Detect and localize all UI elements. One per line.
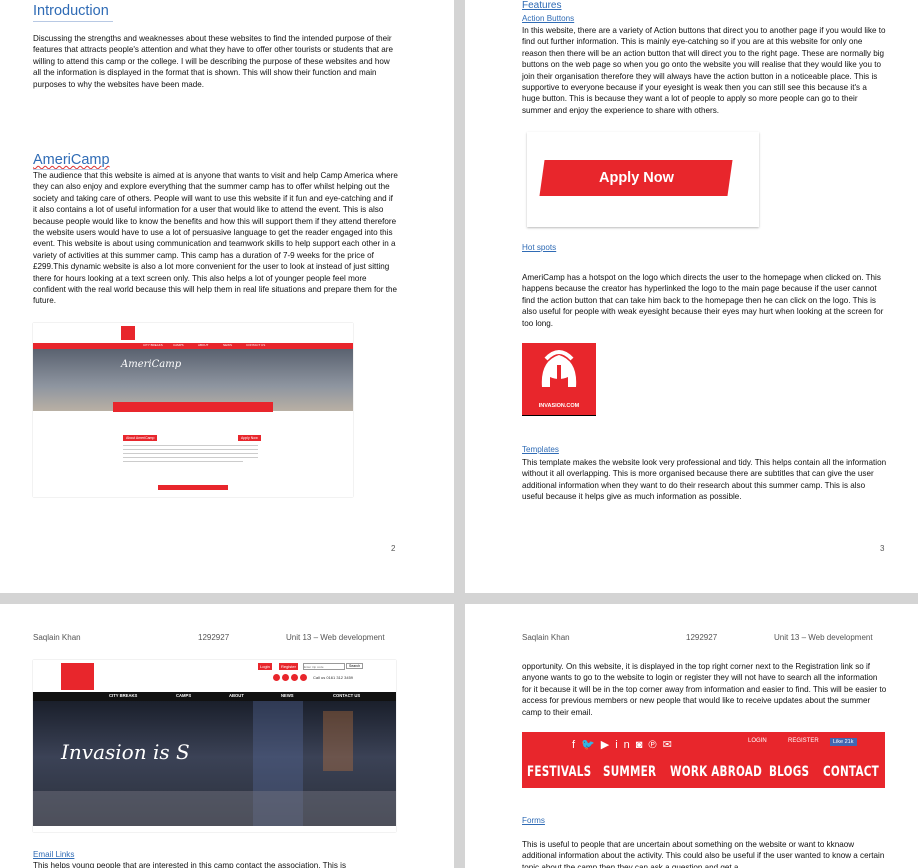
- subheading-hot-spots: Hot spots: [522, 243, 557, 252]
- nav-city-breaks[interactable]: CITY BREAKS: [109, 693, 137, 698]
- continued-paragraph: opportunity. On this website, it is disp…: [522, 662, 887, 717]
- social-icons: [273, 674, 309, 682]
- heading-introduction: Introduction: [33, 3, 109, 19]
- menu-summer[interactable]: SUMMER: [603, 764, 656, 780]
- hero-tagline: Invasion is S: [61, 740, 190, 764]
- nav-city-breaks: CITY BREAKS: [143, 343, 163, 347]
- subheading-templates: Templates: [522, 445, 559, 454]
- subheading-forms: Forms: [522, 816, 545, 825]
- menu-blogs[interactable]: BLOGS: [769, 764, 809, 780]
- nav-news: NEWS: [223, 343, 232, 347]
- invasion-website-screenshot: Login Register Search Call us 0161 312 3…: [33, 660, 396, 832]
- subheading-email-links: Email Links: [33, 850, 75, 859]
- hot-spots-paragraph: AmeriCamp has a hotspot on the logo whic…: [522, 273, 884, 328]
- trip-search-input[interactable]: [303, 663, 345, 670]
- heading-americamp: AmeriCamp: [33, 152, 110, 168]
- email-icon[interactable]: ✉: [663, 739, 678, 751]
- nav-news[interactable]: NEWS: [281, 693, 294, 698]
- apply-now-button[interactable]: Apply Now: [539, 160, 733, 196]
- intro-paragraph: Discussing the strengths and weaknesses …: [33, 34, 393, 89]
- action-buttons-paragraph: In this website, there are a variety of …: [522, 26, 886, 115]
- apply-now-screenshot: Apply Now: [527, 132, 759, 227]
- nav-contact-us: CONTACT US: [246, 343, 266, 347]
- nav-contact-us[interactable]: CONTACT US: [333, 693, 360, 698]
- header-unit: Unit 13 – Web development: [774, 633, 873, 642]
- apply-label: Apply Now: [238, 435, 261, 441]
- invasion-small-logo: [61, 663, 94, 690]
- heading-features: Features: [522, 0, 562, 11]
- nav-about[interactable]: ABOUT: [229, 693, 244, 698]
- trip-search-button[interactable]: Search: [346, 663, 364, 669]
- nav-camps: CAMPS: [173, 343, 184, 347]
- email-links-paragraph: This helps young people that are interes…: [33, 861, 346, 868]
- youtube-icon[interactable]: ▶: [601, 739, 615, 751]
- page-number: 2: [391, 544, 396, 553]
- twitter-icon[interactable]: 🐦: [581, 739, 601, 751]
- social-icons: f🐦▶in◙℗✉: [572, 738, 678, 751]
- americamp-info-bar: [113, 402, 273, 412]
- hero-text: AmeriCamp: [121, 359, 182, 370]
- menu-festivals[interactable]: FESTIVALS: [527, 764, 591, 780]
- menu-contact[interactable]: CONTACT: [823, 764, 879, 780]
- register-link[interactable]: Register: [279, 663, 298, 670]
- invasion-logo: INVASION.COM: [522, 343, 596, 416]
- subheading-action-buttons: Action Buttons: [522, 14, 575, 23]
- invasion-red-nav-screenshot: f🐦▶in◙℗✉ LOGIN REGISTER Like 21k FESTIVA…: [522, 732, 885, 788]
- document-page-2: Introduction Discussing the strengths an…: [0, 0, 454, 593]
- header-author: Saqlain Khan: [522, 633, 570, 642]
- nav-camps[interactable]: CAMPS: [176, 693, 191, 698]
- invasion-nav-bar: CITY BREAKS CAMPS ABOUT NEWS CONTACT US: [33, 692, 396, 701]
- about-label: About AmeriCamp: [123, 435, 158, 441]
- header-author: Saqlain Khan: [33, 633, 81, 642]
- invasion-logo-text: INVASION.COM: [538, 403, 580, 409]
- spartan-helmet-icon: [541, 350, 577, 387]
- forms-paragraph: This is useful to people that are uncert…: [522, 840, 885, 868]
- nav-about: ABOUT: [198, 343, 209, 347]
- templates-paragraph: This template makes the website look ver…: [522, 458, 887, 502]
- americamp-paragraph: The audience that this website is aimed …: [33, 171, 398, 306]
- menu-work-abroad[interactable]: WORK ABROAD: [670, 764, 762, 780]
- login-button[interactable]: LOGIN: [748, 738, 767, 744]
- americamp-website-screenshot: CITY BREAKS CAMPS ABOUT NEWS CONTACT US …: [33, 323, 353, 497]
- header-unit: Unit 13 – Web development: [286, 633, 385, 642]
- register-button[interactable]: REGISTER: [788, 738, 819, 744]
- facebook-icon[interactable]: f: [572, 739, 581, 751]
- header-id: 1292927: [198, 633, 230, 642]
- linkedin-icon[interactable]: in: [615, 739, 636, 751]
- login-link[interactable]: Login: [258, 663, 272, 670]
- instagram-icon[interactable]: ◙: [636, 739, 649, 751]
- pinterest-icon[interactable]: ℗: [648, 739, 662, 751]
- header-id: 1292927: [686, 633, 718, 642]
- phone-number: Call us 0161 312 3459: [313, 675, 354, 680]
- americamp-logo: [121, 326, 135, 340]
- americamp-content: About AmeriCamp Apply Now: [118, 415, 268, 495]
- facebook-like-button[interactable]: Like 21k: [830, 738, 857, 746]
- document-page-3: Features Action Buttons In this website,…: [465, 0, 918, 593]
- page-number: 3: [880, 544, 885, 553]
